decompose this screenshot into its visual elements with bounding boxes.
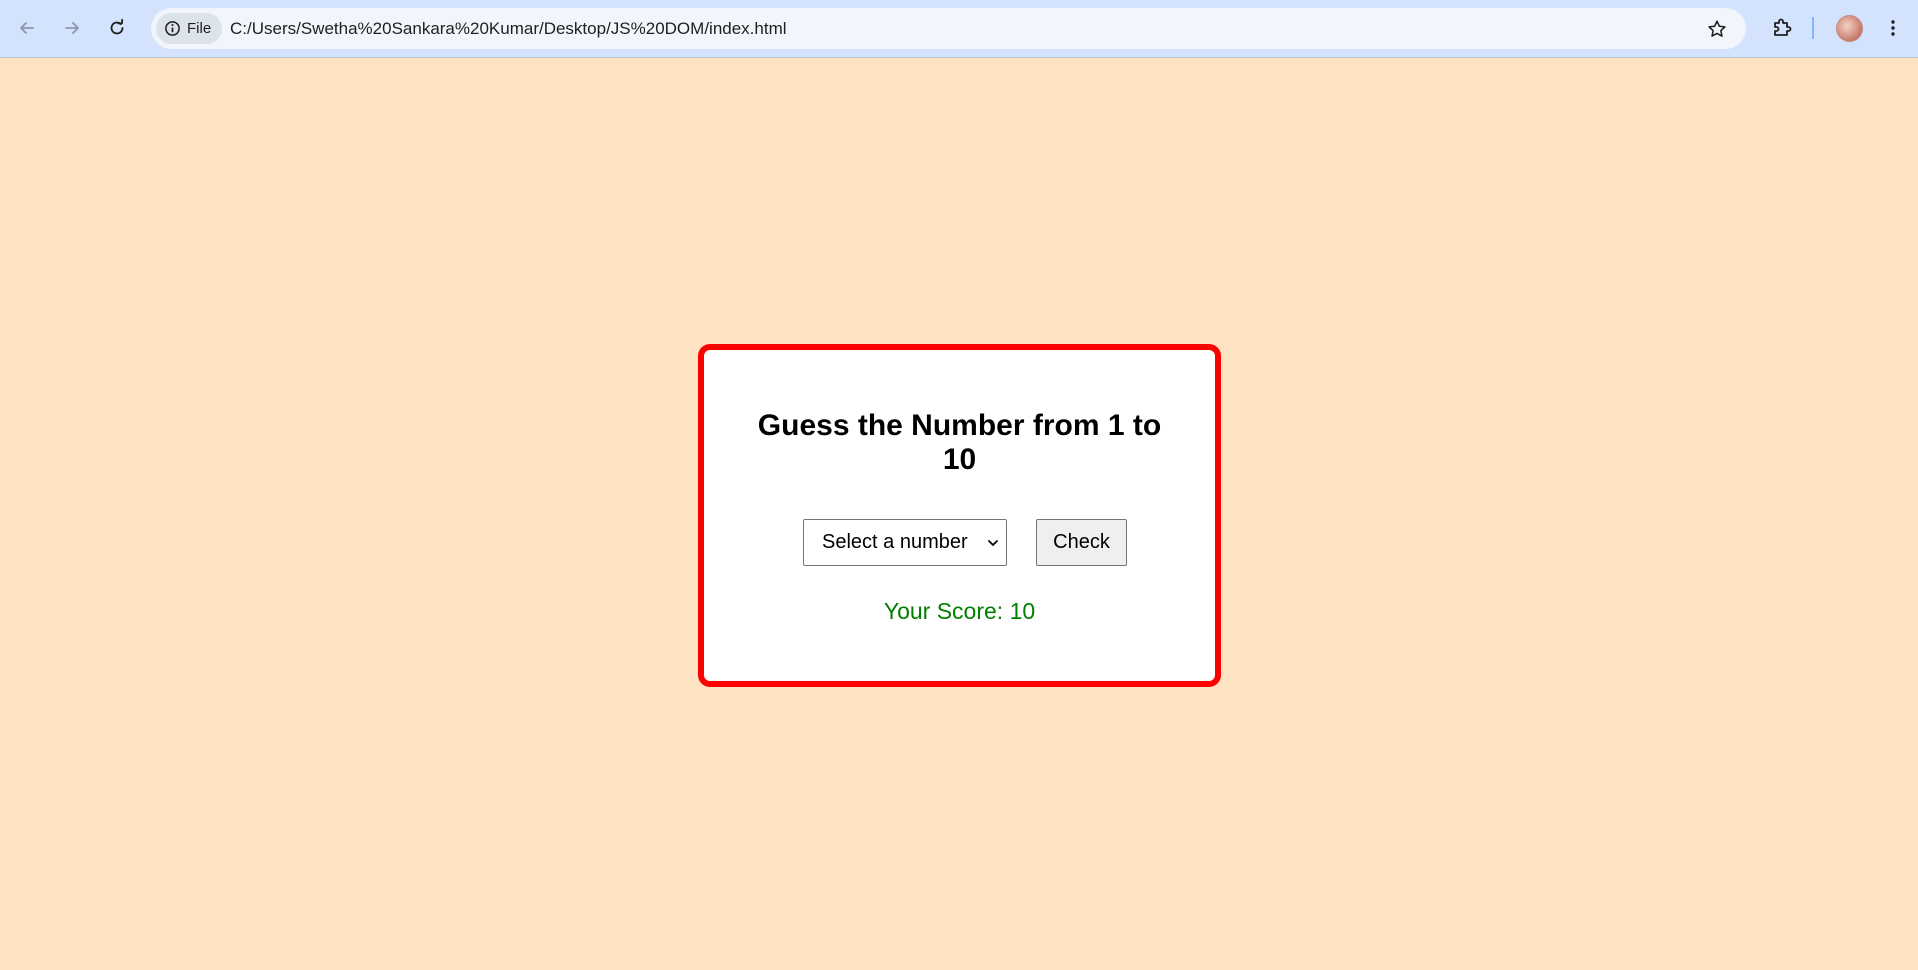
browser-toolbar: File C:/Users/Swetha%20Sankara%20Kumar/D…	[0, 0, 1918, 58]
forward-button[interactable]	[53, 9, 91, 47]
info-icon	[165, 21, 180, 36]
more-vert-icon	[1891, 20, 1895, 36]
reload-button[interactable]	[98, 9, 136, 47]
chevron-down-icon	[988, 539, 998, 546]
game-card: Guess the Number from 1 to 10 Select a n…	[698, 344, 1221, 687]
extensions-button[interactable]	[1763, 9, 1801, 47]
game-title: Guess the Number from 1 to 10	[757, 409, 1162, 476]
number-select-value: Select a number	[822, 531, 968, 553]
toolbar-divider	[1812, 17, 1814, 39]
back-arrow-icon	[20, 22, 34, 34]
bookmark-button[interactable]	[1699, 11, 1734, 46]
site-chip-label: File	[187, 20, 212, 37]
score-text: Your Score: 10	[883, 598, 1036, 624]
back-button[interactable]	[8, 9, 46, 47]
star-icon	[1707, 19, 1726, 37]
number-select[interactable]: Select a number	[803, 519, 1007, 566]
puzzle-icon	[1774, 18, 1792, 36]
reload-icon	[110, 18, 124, 35]
forward-arrow-icon	[65, 22, 79, 34]
profile-avatar[interactable]	[1836, 15, 1863, 42]
check-button[interactable]: Check	[1036, 519, 1127, 566]
url-text[interactable]: C:/Users/Swetha%20Sankara%20Kumar/Deskto…	[230, 8, 787, 49]
address-bar[interactable]: File C:/Users/Swetha%20Sankara%20Kumar/D…	[151, 8, 1746, 49]
menu-button[interactable]	[1874, 9, 1912, 47]
site-info-chip[interactable]: File	[156, 13, 223, 44]
